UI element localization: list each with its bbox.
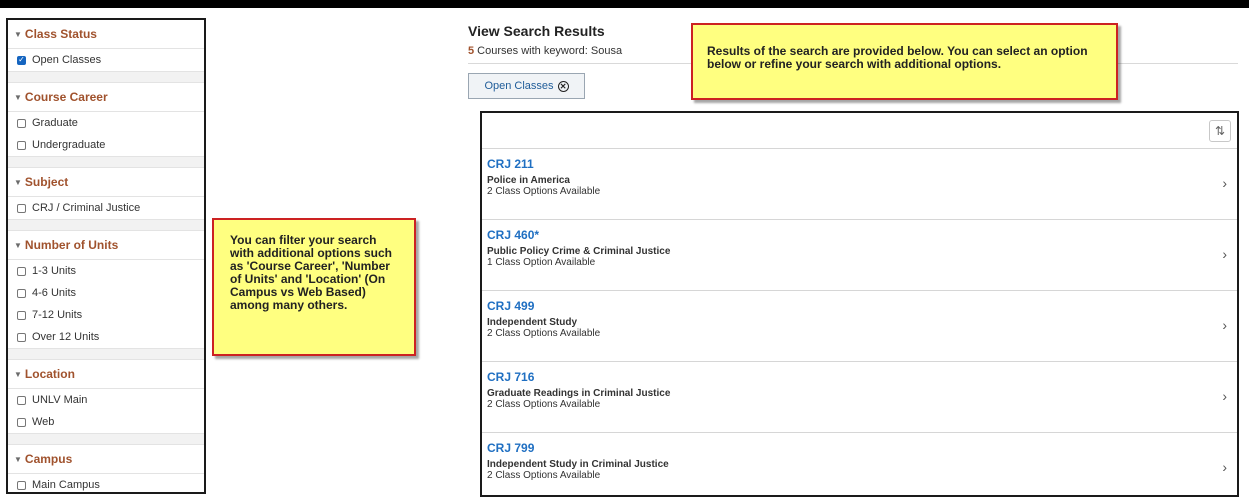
filter-checkbox[interactable] <box>17 310 26 320</box>
course-title: Independent Study in Criminal Justice <box>487 459 669 470</box>
filter-checkbox[interactable] <box>17 266 26 276</box>
filter-checkbox[interactable] <box>17 395 26 405</box>
filter-option[interactable]: CRJ / Criminal Justice <box>8 197 204 219</box>
sort-icon[interactable]: ⇅ <box>1209 120 1231 142</box>
course-code-link[interactable]: CRJ 460* <box>487 228 1237 242</box>
filter-group-header[interactable]: ▼ Campus <box>8 445 204 474</box>
results-count-text: Courses with keyword: Sousa <box>474 45 623 57</box>
filter-option-label: Over 12 Units <box>32 331 100 343</box>
filter-option[interactable]: Main Campus <box>8 474 204 492</box>
filter-group-header[interactable]: ▼ Class Status <box>8 20 204 49</box>
filter-help-note: You can filter your search with addition… <box>212 218 416 356</box>
filter-checkbox[interactable] <box>17 332 26 342</box>
filter-panel: ▼ Class Status ✓ Open Classes ▼ Course Career… <box>6 18 206 494</box>
filter-option-label: CRJ / Criminal Justice <box>32 202 141 214</box>
course-availability: 2 Class Options Available <box>487 470 601 481</box>
course-code-link[interactable]: CRJ 211 <box>487 157 1237 171</box>
filter-checkbox[interactable]: ✓ <box>17 55 26 65</box>
course-availability: 2 Class Options Available <box>487 399 601 410</box>
course-title: Public Policy Crime & Criminal Justice <box>487 246 671 257</box>
filter-option-label: Graduate <box>32 117 78 129</box>
results-list: ⇅ CRJ 211 Police in America 2 Class Option… <box>480 111 1239 497</box>
filter-option-label: UNLV Main <box>32 394 88 406</box>
filter-checkbox[interactable] <box>17 417 26 427</box>
course-code-link[interactable]: CRJ 499 <box>487 299 1237 313</box>
course-title: Graduate Readings in Criminal Justice <box>487 388 671 399</box>
filter-option[interactable]: Web <box>8 411 204 433</box>
filter-checkbox[interactable] <box>17 480 26 490</box>
course-availability: 1 Class Option Available <box>487 257 596 268</box>
course-result-row[interactable]: CRJ 716 Graduate Readings in Criminal Jus… <box>482 362 1237 433</box>
filter-option-label: 1-3 Units <box>32 265 77 277</box>
filter-option[interactable]: 7-12 Units <box>8 304 204 326</box>
course-availability: 2 Class Options Available <box>487 328 601 339</box>
filter-option-label: Web <box>32 416 55 428</box>
chip-label: Open Classes <box>484 80 554 92</box>
chevron-right-icon[interactable]: › <box>1222 317 1227 333</box>
course-availability: 2 Class Options Available <box>487 186 601 197</box>
filter-option-label: 7-12 Units <box>32 309 83 321</box>
sort-row: ⇅ <box>482 113 1237 149</box>
filter-option[interactable]: Undergraduate <box>8 134 204 156</box>
filter-option[interactable]: 1-3 Units <box>8 260 204 282</box>
caret-down-icon: ▼ <box>14 369 22 379</box>
filter-group-title: Course Career <box>24 90 108 104</box>
caret-down-icon: ▼ <box>14 92 22 102</box>
filter-checkbox[interactable] <box>17 140 26 150</box>
filter-option[interactable]: 4-6 Units <box>8 282 204 304</box>
filter-group-title: Number of Units <box>24 238 119 252</box>
filter-option-label: Main Campus <box>32 479 100 491</box>
filter-option-label: Undergraduate <box>32 139 106 151</box>
course-result-row[interactable]: CRJ 799 Independent Study in Criminal Jus… <box>482 433 1237 495</box>
open-classes-filter-chip[interactable]: Open Classes ✕ <box>468 73 585 99</box>
top-border <box>0 0 1249 8</box>
results-help-note: Results of the search are provided below… <box>691 23 1118 100</box>
filter-group-title: Campus <box>24 452 73 466</box>
caret-down-icon: ▼ <box>14 177 22 187</box>
filter-option-label: Open Classes <box>32 54 102 66</box>
filter-group-header[interactable]: ▼ Number of Units <box>8 231 204 260</box>
results-count: 5 Courses with keyword: Sousa <box>468 45 622 57</box>
page-title: View Search Results <box>468 23 605 39</box>
course-result-row[interactable]: CRJ 211 Police in America 2 Class Options … <box>482 149 1237 220</box>
filter-option[interactable]: Over 12 Units <box>8 326 204 348</box>
caret-down-icon: ▼ <box>14 240 22 250</box>
filter-group-separator <box>8 433 204 445</box>
filter-checkbox[interactable] <box>17 203 26 213</box>
course-code-link[interactable]: CRJ 716 <box>487 370 1237 384</box>
filter-group-header[interactable]: ▼ Location <box>8 360 204 389</box>
caret-down-icon: ▼ <box>14 454 22 464</box>
filter-checkbox[interactable] <box>17 118 26 128</box>
chevron-right-icon[interactable]: › <box>1222 246 1227 262</box>
chevron-right-icon[interactable]: › <box>1222 175 1227 191</box>
chevron-right-icon[interactable]: › <box>1222 459 1227 475</box>
filter-option[interactable]: Graduate <box>8 112 204 134</box>
filter-option-label: 4-6 Units <box>32 287 77 299</box>
filter-group-header[interactable]: ▼ Course Career <box>8 83 204 112</box>
filter-checkbox[interactable] <box>17 288 26 298</box>
course-result-row[interactable]: CRJ 460* Public Policy Crime & Criminal J… <box>482 220 1237 291</box>
close-circle-icon[interactable]: ✕ <box>557 80 569 92</box>
caret-down-icon: ▼ <box>14 29 22 39</box>
course-title: Police in America <box>487 175 570 186</box>
header-divider <box>468 63 691 64</box>
filter-group-header[interactable]: ▼ Subject <box>8 168 204 197</box>
filter-group-separator <box>8 348 204 360</box>
filter-group-separator <box>8 156 204 168</box>
filter-group-title: Class Status <box>24 27 97 41</box>
filter-group-separator <box>8 71 204 83</box>
chevron-right-icon[interactable]: › <box>1222 388 1227 404</box>
header-divider-right <box>1118 63 1238 64</box>
filter-group-separator <box>8 219 204 231</box>
course-code-link[interactable]: CRJ 799 <box>487 441 1237 455</box>
filter-option[interactable]: ✓ Open Classes <box>8 49 204 71</box>
course-result-row[interactable]: CRJ 499 Independent Study 2 Class Options … <box>482 291 1237 362</box>
filter-option[interactable]: UNLV Main <box>8 389 204 411</box>
filter-group-title: Subject <box>24 175 69 189</box>
course-title: Independent Study <box>487 317 577 328</box>
filter-group-title: Location <box>24 367 75 381</box>
